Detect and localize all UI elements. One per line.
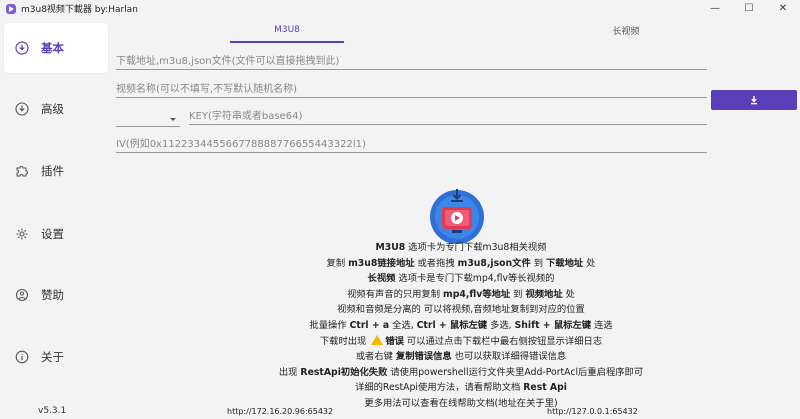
sidebar-item-sponsor[interactable]: 赞助: [4, 270, 108, 320]
warning-icon: [371, 334, 384, 345]
sidebar-item-label: 基本: [41, 41, 64, 55]
sidebar-item-about[interactable]: 关于: [4, 332, 108, 382]
active-tab-indicator: [230, 41, 344, 43]
tab-m3u8[interactable]: M3U8: [230, 17, 344, 43]
video-name-input[interactable]: 视频名称(可以不填写,不写默认随机名称): [116, 82, 707, 98]
help-line: 或者右键 复制错误信息 也可以获取详细得错误信息: [355, 351, 567, 363]
window-title: m3u8视频下載器 by:Harlan: [21, 5, 138, 15]
help-line: 批量操作 Ctrl + a 全选, Ctrl + 鼠标左键 多选, Shift …: [309, 319, 613, 331]
sidebar-item-plugins[interactable]: 插件: [4, 146, 108, 196]
sidebar-item-label: 赞助: [41, 288, 64, 302]
download-url-input[interactable]: 下载地址,m3u8,json文件(文件可以直接拖拽到此): [116, 54, 707, 70]
sidebar-item-settings[interactable]: 设置: [4, 209, 108, 259]
iv-input[interactable]: IV(例如0x112233445566778888776655443322l1): [116, 137, 707, 153]
chevron-down-icon: [170, 118, 176, 121]
help-text: M3U8 选项卡为专门下载m3u8相关视频 复制 m3u8链接地址 或者拖拽 m…: [231, 240, 691, 412]
video-download-logo-icon: [430, 185, 484, 247]
download-icon: [751, 96, 757, 105]
sidebar-item-basic[interactable]: 基本: [4, 23, 108, 73]
help-line: 下载时出现 错误 可以通过点击下载栏中最右侧按钮显示详细日志: [319, 334, 603, 347]
sidebar: 基本 高级 插件 设置 赞助 关于 v5.3.1: [0, 17, 111, 419]
help-line: 详细的RestApi使用方法，请看帮助文档 Rest Api: [355, 382, 567, 394]
help-line: 长视频 选项卡是专门下载mp4,flv等长视频的: [367, 273, 555, 285]
help-line: 复制 m3u8链接地址 或者拖拽 m3u8,json文件 到 下载地址 处: [326, 257, 596, 269]
support-icon: [15, 288, 29, 302]
key-input[interactable]: KEY(字符串或者base64): [189, 109, 707, 125]
download-circle-icon: [15, 41, 29, 55]
lan-api-url[interactable]: http://172.16.20.96:65432: [227, 407, 333, 416]
tab-long-video[interactable]: 长视频: [566, 17, 686, 43]
gear-icon: [15, 227, 29, 241]
download-button[interactable]: [711, 90, 797, 110]
sidebar-item-label: 设置: [41, 227, 64, 241]
help-line: 视频和音频是分离的 可以将视频,音频地址复制到对应的位置: [337, 304, 585, 316]
title-bar: m3u8视频下載器 by:Harlan — ☐ ✕: [0, 0, 800, 17]
help-line: 出现 RestApi初始化失败 请使用powershell运行文件夹里Add-P…: [278, 366, 644, 378]
version-label: v5.3.1: [38, 406, 67, 416]
close-button[interactable]: ✕: [766, 0, 800, 17]
sidebar-item-label: 关于: [41, 350, 64, 364]
main-panel: M3U8 长视频 下载地址,m3u8,json文件(文件可以直接拖拽到此) 视频…: [111, 17, 800, 419]
info-icon: [15, 350, 29, 364]
app-window: m3u8视频下載器 by:Harlan — ☐ ✕ 基本 高级 插件 设置 赞助…: [0, 0, 800, 419]
download-circle-icon: [15, 102, 29, 116]
sidebar-item-label: 插件: [41, 164, 64, 178]
local-api-url[interactable]: http://127.0.0.1:65432: [547, 407, 638, 416]
puzzle-icon: [15, 164, 29, 178]
encryption-select[interactable]: [116, 111, 180, 127]
app-logo-icon: [6, 3, 16, 14]
window-controls: — ☐ ✕: [698, 0, 800, 17]
help-line: M3U8 选项卡为专门下载m3u8相关视频: [375, 242, 547, 253]
help-line: 视频有声音的只用复制 mp4,flv等地址 到 视频地址 处: [347, 288, 575, 300]
maximize-button[interactable]: ☐: [732, 0, 766, 17]
sidebar-item-label: 高级: [41, 102, 64, 116]
sidebar-item-advanced[interactable]: 高级: [4, 84, 108, 134]
minimize-button[interactable]: —: [698, 0, 732, 17]
